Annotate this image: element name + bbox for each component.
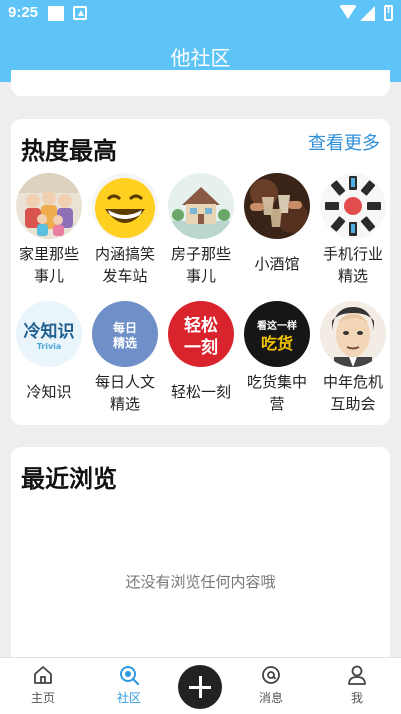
phones-circle-icon [320, 173, 386, 239]
cartoon-man-icon [320, 301, 386, 367]
page-title: 他社区 [170, 46, 231, 70]
hot-section-title: 热度最高 [21, 137, 117, 165]
community-item-jokes[interactable]: 内涵搞笑 发车站 [87, 173, 163, 287]
item-label-line2: 精选 [109, 395, 140, 413]
hot-communities-card: 热度最高 查看更多 家里那些 事儿 内涵搞笑 发车站 房子那些 事儿 小酒馆 手… [11, 119, 390, 425]
relax-logo-line2: 一刻 [184, 337, 218, 358]
laughing-emoji-icon [92, 173, 158, 239]
family-photo-icon [16, 173, 82, 239]
community-item-relax[interactable]: 轻松 一刻 轻松一刻 [163, 301, 239, 403]
trivia-logo-icon: 冷知识 Trivia [16, 301, 82, 367]
foodie-logo-icon: 看这一样 吃货 [244, 301, 310, 367]
trivia-logo-text: 冷知识 [24, 321, 75, 342]
nav-home-label: 主页 [30, 691, 55, 705]
item-label-line2: 精选 [337, 267, 368, 285]
item-label-line1: 轻松一刻 [170, 383, 231, 401]
recent-section-title: 最近浏览 [21, 465, 117, 493]
relax-logo-icon: 轻松 一刻 [168, 301, 234, 367]
daily-picks-logo-icon: 每日 精选 [92, 301, 158, 367]
nav-messages-label: 消息 [258, 691, 283, 705]
nav-me-label: 我 [350, 691, 363, 705]
search-community-icon [120, 666, 140, 686]
community-item-bar[interactable]: 小酒馆 [239, 173, 315, 275]
daily-logo-line2: 精选 [113, 335, 137, 350]
battery-icon [384, 5, 393, 21]
nav-me[interactable]: 我 [327, 664, 387, 706]
house-illustration-icon [168, 173, 234, 239]
app-notification-icon [73, 6, 87, 20]
community-item-daily[interactable]: 每日 精选 每日人文 精选 [87, 301, 163, 415]
community-item-midlife[interactable]: 中年危机 互助会 [315, 301, 391, 415]
relax-logo-line1: 轻松 [184, 315, 218, 336]
wifi-icon [339, 5, 357, 19]
community-item-family[interactable]: 家里那些 事儿 [11, 173, 87, 287]
item-label-line2: 事儿 [185, 267, 216, 285]
daily-logo-line1: 每日 [113, 320, 137, 335]
item-label-line1: 吃货集中 [246, 373, 307, 391]
bottom-nav: 主页 社区 消息 我 [0, 657, 401, 714]
item-label-line1: 房子那些 [170, 245, 231, 263]
recent-views-card: 最近浏览 还没有浏览任何内容哦 [11, 447, 390, 677]
trivia-logo-subtext: Trivia [37, 342, 62, 351]
item-label-line1: 手机行业 [322, 245, 383, 263]
nav-home[interactable]: 主页 [13, 664, 73, 706]
home-icon [34, 666, 52, 684]
status-time: 9:25 [8, 4, 39, 21]
community-item-house[interactable]: 房子那些 事儿 [163, 173, 239, 287]
nav-community-label: 社区 [116, 691, 141, 705]
food-logo-line2: 吃货 [261, 334, 293, 353]
item-label-line2: 营 [269, 395, 285, 413]
item-label-line2: 发车站 [102, 267, 148, 285]
food-logo-line1: 看这一样 [257, 319, 297, 332]
message-icon [262, 666, 280, 684]
signal-icon [360, 6, 375, 21]
nav-community[interactable]: 社区 [99, 664, 159, 706]
item-label-line1: 小酒馆 [254, 255, 300, 273]
item-label-line1: 家里那些 [18, 245, 79, 263]
community-item-phones[interactable]: 手机行业 精选 [315, 173, 391, 287]
community-item-foodie[interactable]: 看这一样 吃货 吃货集中 营 [239, 301, 315, 415]
item-label-line1: 每日人文 [94, 373, 155, 391]
add-post-button[interactable] [178, 665, 222, 709]
item-label-line2: 事儿 [33, 267, 64, 285]
item-label-line1: 冷知识 [26, 383, 72, 401]
notification-icon [48, 6, 64, 21]
toasting-glasses-icon [244, 173, 310, 239]
top-card [11, 70, 390, 96]
nav-messages[interactable]: 消息 [241, 664, 301, 706]
status-bar: 9:25 [0, 0, 401, 28]
item-label-line1: 中年危机 [322, 373, 383, 391]
community-item-trivia[interactable]: 冷知识 Trivia 冷知识 [11, 301, 87, 403]
item-label-line1: 内涵搞笑 [94, 245, 155, 263]
empty-state-text: 还没有浏览任何内容哦 [125, 573, 276, 591]
item-label-line2: 互助会 [330, 395, 376, 413]
view-more-link[interactable]: 查看更多 [308, 129, 380, 155]
user-icon [348, 665, 366, 685]
